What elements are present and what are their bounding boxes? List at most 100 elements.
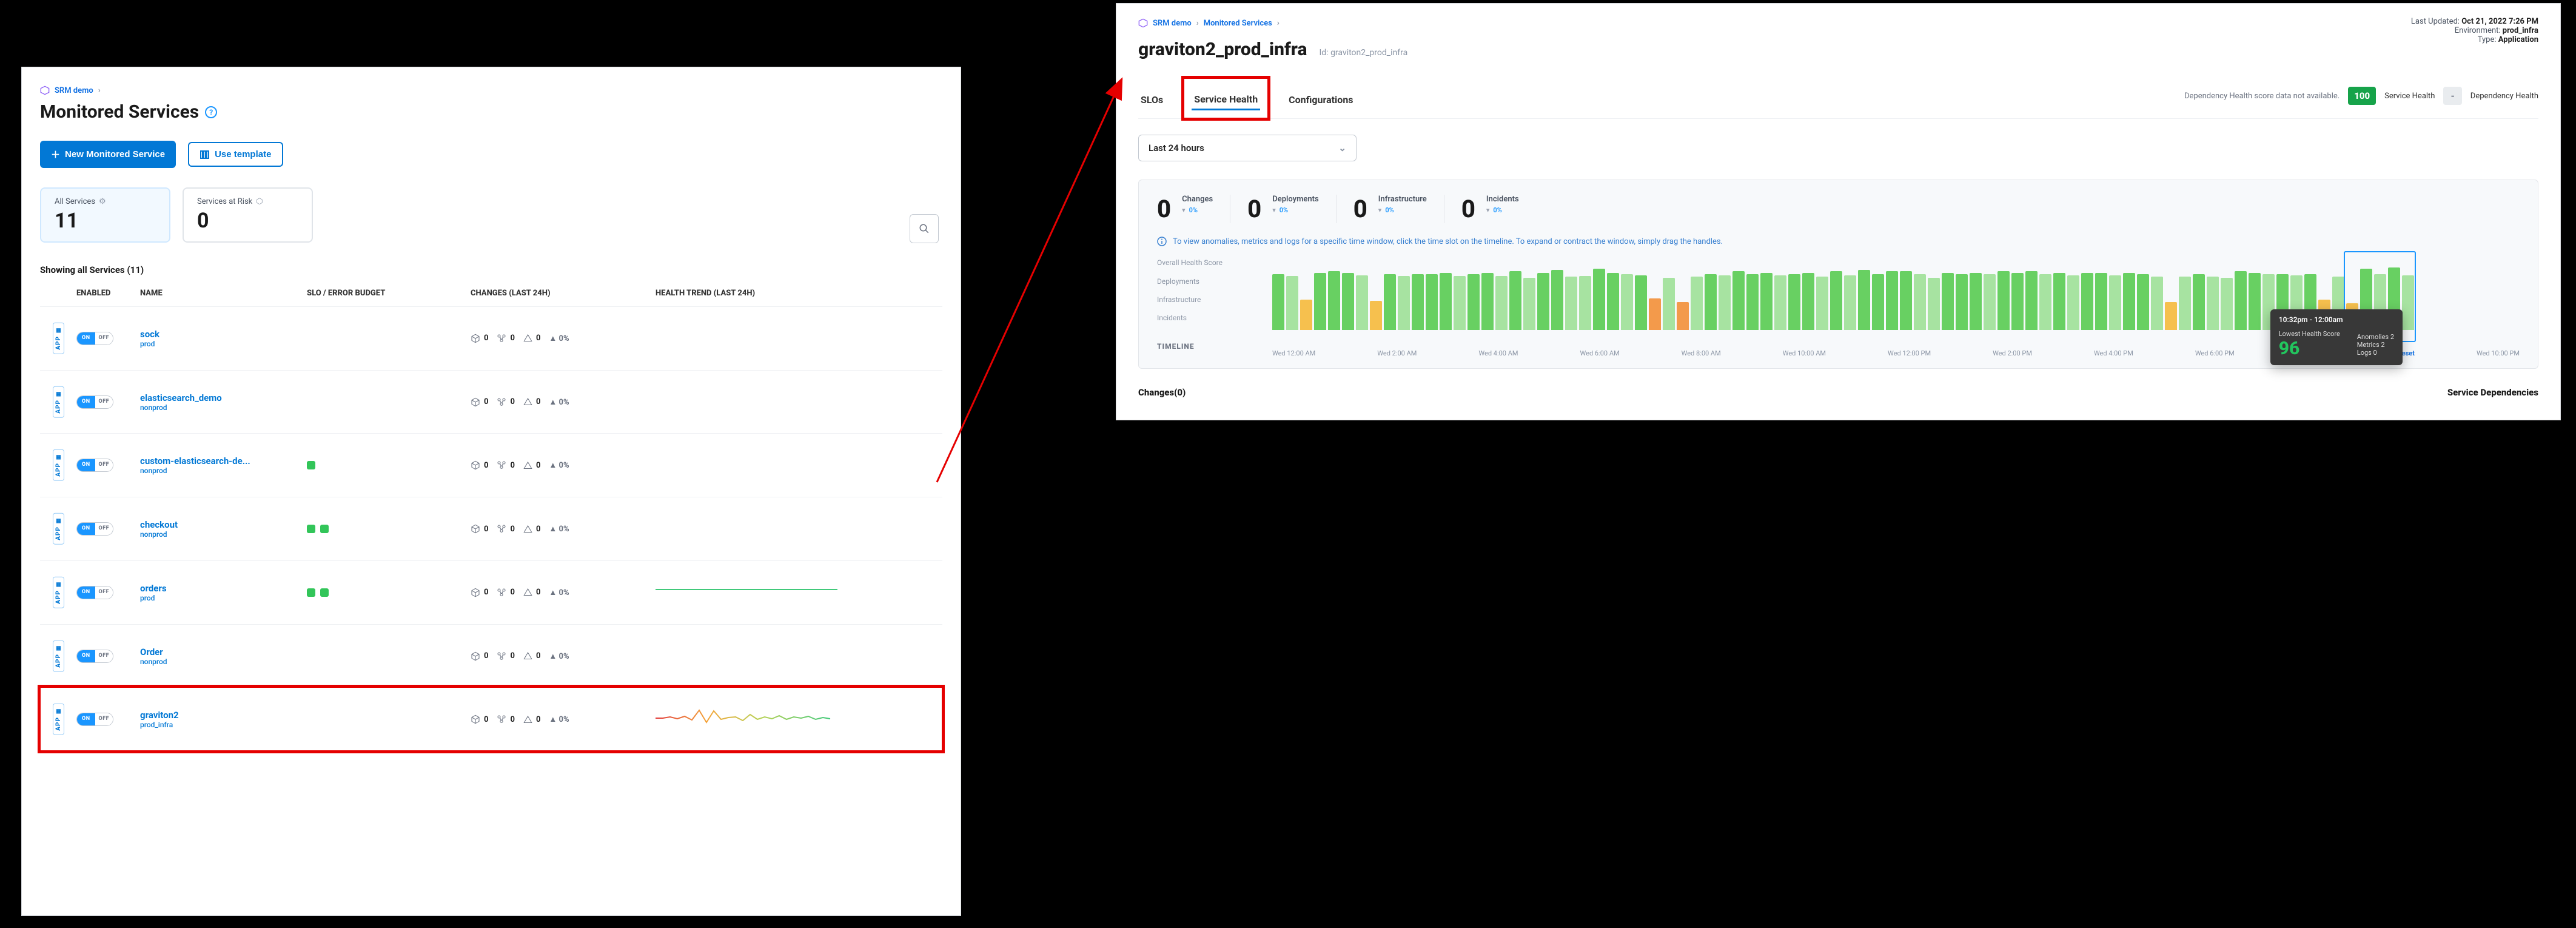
ohs-bar[interactable]	[1956, 274, 1968, 330]
ohs-bar[interactable]	[1816, 277, 1828, 330]
stat-card-services-at-risk[interactable]: Services at Risk ⬡ 0	[183, 187, 313, 243]
ohs-bar[interactable]	[1621, 274, 1633, 330]
breadcrumb-root[interactable]: SRM demo	[55, 86, 93, 95]
ohs-bar[interactable]	[1928, 278, 1940, 330]
ohs-bar[interactable]	[2081, 273, 2093, 331]
ohs-bar[interactable]	[2221, 278, 2233, 330]
ohs-bar[interactable]	[1426, 274, 1438, 330]
ohs-bar[interactable]	[1802, 273, 1814, 331]
ohs-bar[interactable]	[2109, 275, 2121, 330]
ohs-bar[interactable]	[1593, 269, 1605, 330]
enabled-toggle[interactable]: ONOFF	[76, 522, 140, 536]
ohs-bar[interactable]	[2179, 277, 2191, 330]
ohs-bar[interactable]	[2137, 274, 2149, 330]
ohs-bar[interactable]	[2039, 274, 2051, 330]
ohs-bar[interactable]	[2235, 271, 2247, 330]
ohs-bar[interactable]	[2053, 273, 2065, 331]
ohs-bar[interactable]	[1440, 273, 1452, 331]
ohs-bar[interactable]	[1942, 273, 1954, 331]
ohs-bar[interactable]	[1565, 277, 1577, 330]
table-row[interactable]: APP ONOFF sockprod 000▲ 0%	[40, 306, 942, 370]
ohs-bar-chart[interactable]	[1272, 263, 2441, 342]
stat-card-all-services[interactable]: All Services ⚙ 11	[40, 187, 170, 243]
ohs-bar[interactable]	[1984, 274, 1996, 330]
ohs-bar[interactable]	[1272, 274, 1284, 330]
ohs-bar[interactable]	[1370, 301, 1382, 330]
ohs-bar[interactable]	[1551, 270, 1563, 330]
table-row[interactable]: APP ONOFF graviton2prod_infra 000▲ 0%	[40, 687, 942, 751]
table-row[interactable]: APP ONOFF Ordernonprod 000▲ 0%	[40, 624, 942, 688]
service-name-cell[interactable]: elasticsearch_demononprod	[140, 392, 307, 412]
use-template-button[interactable]: Use template	[188, 142, 283, 167]
ohs-bar[interactable]	[1732, 271, 1745, 330]
service-name-cell[interactable]: graviton2prod_infra	[140, 710, 307, 729]
ohs-bar[interactable]	[1788, 274, 1800, 330]
ohs-bar[interactable]	[1481, 273, 1494, 331]
table-row[interactable]: APP ONOFF custom-elasticsearch-de...nonp…	[40, 433, 942, 497]
table-row[interactable]: APP ONOFF ordersprod 000▲ 0%	[40, 560, 942, 624]
tab-configurations[interactable]: Configurations	[1286, 86, 1355, 115]
ohs-bar[interactable]	[1914, 274, 1926, 330]
ohs-bar[interactable]	[1760, 273, 1773, 331]
ohs-bar[interactable]	[1774, 275, 1786, 330]
ohs-bar[interactable]	[2165, 302, 2177, 330]
ohs-bar[interactable]	[1467, 274, 1480, 330]
ohs-bar[interactable]	[2151, 277, 2163, 330]
ohs-bar[interactable]	[1342, 273, 1354, 331]
ohs-bar[interactable]	[2025, 271, 2038, 330]
table-row[interactable]: APP ONOFF checkoutnonprod 000▲ 0%	[40, 497, 942, 560]
table-row[interactable]: APP ONOFF elasticsearch_demononprod 000▲…	[40, 370, 942, 434]
ohs-bar[interactable]	[1412, 274, 1424, 330]
service-name-cell[interactable]: Ordernonprod	[140, 647, 307, 666]
ohs-bar[interactable]	[1398, 276, 1410, 330]
service-name-cell[interactable]: sockprod	[140, 329, 307, 348]
enabled-toggle[interactable]: ONOFF	[76, 650, 140, 663]
enabled-toggle[interactable]: ONOFF	[76, 713, 140, 726]
ohs-bar[interactable]	[1663, 278, 1675, 330]
ohs-bar[interactable]	[2123, 273, 2135, 331]
ohs-bar[interactable]	[1872, 274, 1884, 330]
ohs-bar[interactable]	[1970, 273, 1982, 331]
ohs-bar[interactable]	[1649, 298, 1661, 331]
ohs-bar[interactable]	[1537, 273, 1549, 331]
service-name-cell[interactable]: custom-elasticsearch-de...nonprod	[140, 456, 307, 475]
ohs-bar[interactable]	[1900, 271, 1912, 330]
enabled-toggle[interactable]: ONOFF	[76, 395, 140, 409]
service-name-cell[interactable]: ordersprod	[140, 583, 307, 602]
time-range-select[interactable]: Last 24 hours ⌄	[1138, 135, 1357, 161]
ohs-bar[interactable]	[1328, 271, 1340, 330]
ohs-bar[interactable]	[2249, 273, 2261, 331]
ohs-bar[interactable]	[1997, 271, 2010, 330]
search-button[interactable]	[910, 214, 939, 243]
ohs-bar[interactable]	[1886, 271, 1898, 330]
ohs-bar[interactable]	[2067, 275, 2079, 330]
enabled-toggle[interactable]: ONOFF	[76, 459, 140, 472]
enabled-toggle[interactable]: ONOFF	[76, 586, 140, 599]
ohs-bar[interactable]	[2207, 277, 2219, 330]
tab-service-health[interactable]: Service Health	[1192, 85, 1260, 110]
ohs-bar[interactable]	[1579, 276, 1591, 330]
ohs-bar[interactable]	[1746, 274, 1759, 330]
ohs-bar[interactable]	[1454, 276, 1466, 330]
ohs-bar[interactable]	[1495, 276, 1508, 330]
ohs-bar[interactable]	[1300, 300, 1312, 330]
ohs-bar[interactable]	[1719, 275, 1731, 330]
ohs-bar[interactable]	[1858, 270, 1870, 330]
ohs-bar[interactable]	[2193, 274, 2205, 330]
breadcrumb-root[interactable]: SRM demo	[1153, 19, 1192, 28]
ohs-bar[interactable]	[1691, 277, 1703, 330]
ohs-bar[interactable]	[1830, 271, 1842, 330]
tab-slos[interactable]: SLOs	[1138, 86, 1166, 115]
ohs-bar[interactable]	[1314, 273, 1326, 331]
breadcrumb-monitored-services[interactable]: Monitored Services	[1204, 19, 1272, 28]
ohs-bar[interactable]	[2011, 273, 2024, 331]
ohs-bar[interactable]	[1286, 276, 1298, 330]
ohs-bar[interactable]	[1384, 274, 1396, 330]
enabled-toggle[interactable]: ONOFF	[76, 332, 140, 345]
ohs-bar[interactable]	[1677, 302, 1689, 330]
help-icon[interactable]: ?	[205, 106, 217, 118]
ohs-bar[interactable]	[1523, 278, 1535, 330]
ohs-bar[interactable]	[1607, 273, 1619, 331]
ohs-bar[interactable]	[1705, 274, 1717, 330]
ohs-bar[interactable]	[1509, 271, 1521, 330]
